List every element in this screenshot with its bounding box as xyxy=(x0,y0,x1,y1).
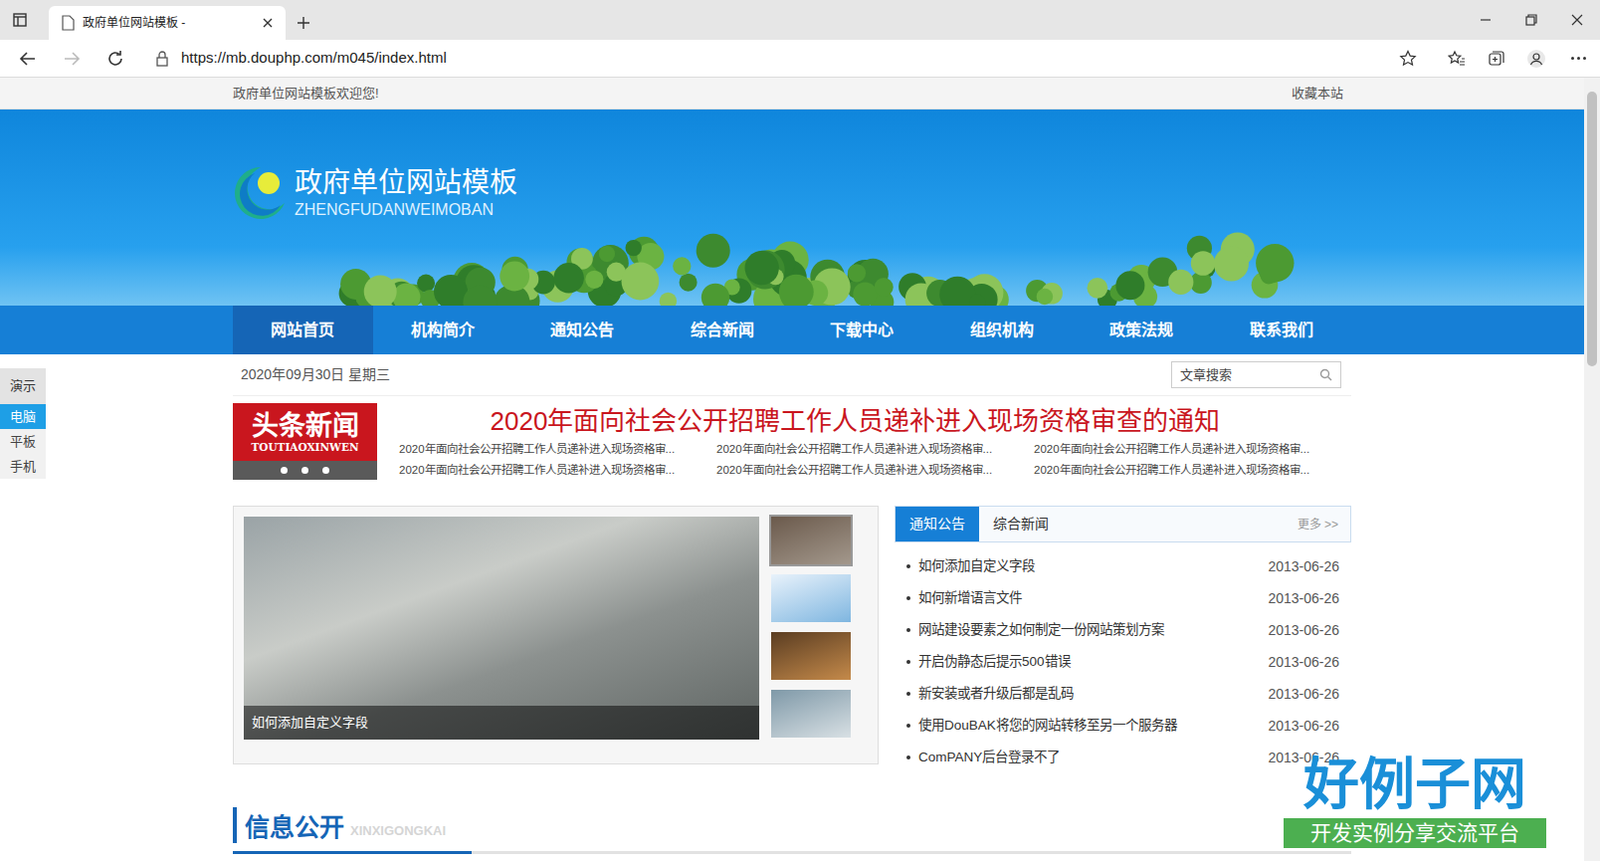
banner: 政府单位网站模板ZHENGFUDANWEIMOBAN xyxy=(0,109,1585,306)
collections-icon[interactable] xyxy=(1476,49,1517,68)
close-tab-icon[interactable] xyxy=(261,16,274,29)
headline-title[interactable]: 2020年面向社会公开招聘工作人员递补进入现场资格审查的通知 xyxy=(399,402,1352,439)
device-option[interactable]: 手机 xyxy=(0,453,46,479)
headline-link[interactable]: 2020年面向社会公开招聘工作人员递补进入现场资格审... xyxy=(399,461,717,479)
device-panel: 演示电脑平板手机 xyxy=(0,368,46,479)
more-icon[interactable] xyxy=(1556,56,1600,60)
news-row[interactable]: ComPANY后台登录不了2013-06-26 xyxy=(894,741,1352,774)
favorite-star-icon[interactable] xyxy=(1399,49,1417,68)
watermark-badge: 好例子网开发实例分享交流平台 xyxy=(1283,750,1547,848)
news-row[interactable]: 使用DouBAK将您的网站转移至另一个服务器2013-06-26 xyxy=(894,709,1352,742)
minimize-icon[interactable] xyxy=(1462,13,1509,26)
nav-item[interactable]: 联系我们 xyxy=(1211,305,1353,355)
nav-item[interactable]: 组织机构 xyxy=(932,305,1073,355)
address-field[interactable]: https://mb.douphp.com/m045/index.html xyxy=(143,43,1429,74)
top-bar: 政府单位网站模板欢迎您! 收藏本站 xyxy=(0,77,1585,110)
search-input[interactable] xyxy=(1172,362,1320,388)
address-row: https://mb.douphp.com/m045/index.html xyxy=(0,39,1600,78)
slider-thumb[interactable] xyxy=(771,516,851,565)
headline-link[interactable]: 2020年面向社会公开招聘工作人员递补进入现场资格审... xyxy=(716,440,1034,458)
favorites-icon[interactable] xyxy=(1436,49,1477,68)
new-tab-icon[interactable] xyxy=(285,5,322,40)
device-option[interactable]: 平板 xyxy=(0,428,46,454)
news-row[interactable]: 开启伪静态后提示500错误2013-06-26 xyxy=(894,645,1352,678)
banner-trees-icon xyxy=(232,210,1352,306)
section-heading: 信息公开XINXIGONGKAI xyxy=(232,806,1352,854)
headline-badge: 头条新闻TOUTIAOXINWEN xyxy=(232,402,378,480)
device-option[interactable]: 电脑 xyxy=(0,403,46,429)
news-panel: 通知公告综合新闻 更多 >> 如何添加自定义字段2013-06-26如何新增语言文件… xyxy=(894,505,1352,774)
page-icon xyxy=(60,14,75,31)
tab-strip: 政府单位网站模板 - xyxy=(0,0,1600,40)
search-box[interactable] xyxy=(1171,361,1342,389)
news-tab[interactable]: 通知公告 xyxy=(895,506,980,542)
slider-thumb[interactable] xyxy=(771,689,851,738)
welcome-text: 政府单位网站模板欢迎您! xyxy=(232,83,380,104)
nav-item[interactable]: 综合新闻 xyxy=(652,305,794,355)
scroll-thumb[interactable] xyxy=(1587,91,1598,367)
news-row[interactable]: 新安装或者升级后都是乱码2013-06-26 xyxy=(894,677,1352,710)
main-nav: 网站首页机构简介通知公告综合新闻下载中心组织机构政策法规联系我们 xyxy=(0,305,1585,355)
date: 2020年09月30日 星期三 xyxy=(240,364,391,386)
viewport: 政府单位网站模板欢迎您! 收藏本站政府单位网站模板ZHENGFUDANWEIMOB… xyxy=(0,77,1600,861)
logo-subtitle: ZHENGFUDANWEIMOBAN xyxy=(294,200,518,220)
search-icon[interactable] xyxy=(1319,368,1333,382)
more-link[interactable]: 更多 >> xyxy=(1297,515,1351,534)
back-icon[interactable] xyxy=(5,49,50,68)
restore-icon[interactable] xyxy=(1508,13,1555,26)
nav-item[interactable]: 通知公告 xyxy=(512,305,653,355)
tab-title: 政府单位网站模板 - xyxy=(82,13,254,32)
slider: 如何添加自定义字段 xyxy=(232,505,879,765)
url: https://mb.douphp.com/m045/index.html xyxy=(181,46,1388,70)
headline-link[interactable]: 2020年面向社会公开招聘工作人员递补进入现场资格审... xyxy=(1033,440,1352,458)
nav-item[interactable]: 下载中心 xyxy=(792,305,933,355)
tab-actions-icon[interactable] xyxy=(0,0,40,40)
slider-photo[interactable]: 如何添加自定义字段 xyxy=(243,516,760,740)
forward-icon xyxy=(49,49,94,68)
headline-link[interactable]: 2020年面向社会公开招聘工作人员递补进入现场资格审... xyxy=(716,461,1034,479)
page: 政府单位网站模板欢迎您! 收藏本站政府单位网站模板ZHENGFUDANWEIMOB… xyxy=(0,77,1585,861)
nav-item[interactable]: 机构简介 xyxy=(373,305,514,355)
close-window-icon[interactable] xyxy=(1554,13,1600,26)
slider-thumb[interactable] xyxy=(771,631,851,680)
bookmark-link[interactable]: 收藏本站 xyxy=(1283,83,1352,104)
news-tab[interactable]: 综合新闻 xyxy=(979,506,1063,542)
news-row[interactable]: 网站建设要素之如何制定一份网站策划方案2013-06-26 xyxy=(894,613,1352,646)
headline-link[interactable]: 2020年面向社会公开招聘工作人员递补进入现场资格审... xyxy=(1033,461,1352,479)
logo-title: 政府单位网站模板 xyxy=(294,166,518,200)
headline-link[interactable]: 2020年面向社会公开招聘工作人员递补进入现场资格审... xyxy=(399,440,717,458)
headline: 头条新闻TOUTIAOXINWEN 2020年面向社会公开招聘工作人员递补进入现场… xyxy=(232,402,1352,480)
reload-icon[interactable] xyxy=(93,49,138,68)
nav-item[interactable]: 政策法规 xyxy=(1071,305,1212,355)
slider-thumb[interactable] xyxy=(771,574,851,622)
nav-item[interactable]: 网站首页 xyxy=(232,305,374,355)
logo-emblem-icon xyxy=(232,163,289,223)
lock-icon xyxy=(155,50,170,67)
profile-icon[interactable] xyxy=(1516,48,1557,69)
news-row[interactable]: 如何新增语言文件2013-06-26 xyxy=(894,582,1352,614)
slider-caption[interactable]: 如何添加自定义字段 xyxy=(243,705,760,740)
logo: 政府单位网站模板ZHENGFUDANWEIMOBAN xyxy=(232,109,1352,223)
scrollbar[interactable] xyxy=(1584,77,1600,861)
news-row[interactable]: 如何添加自定义字段2013-06-26 xyxy=(894,550,1352,583)
browser-tab[interactable]: 政府单位网站模板 - xyxy=(48,5,286,40)
